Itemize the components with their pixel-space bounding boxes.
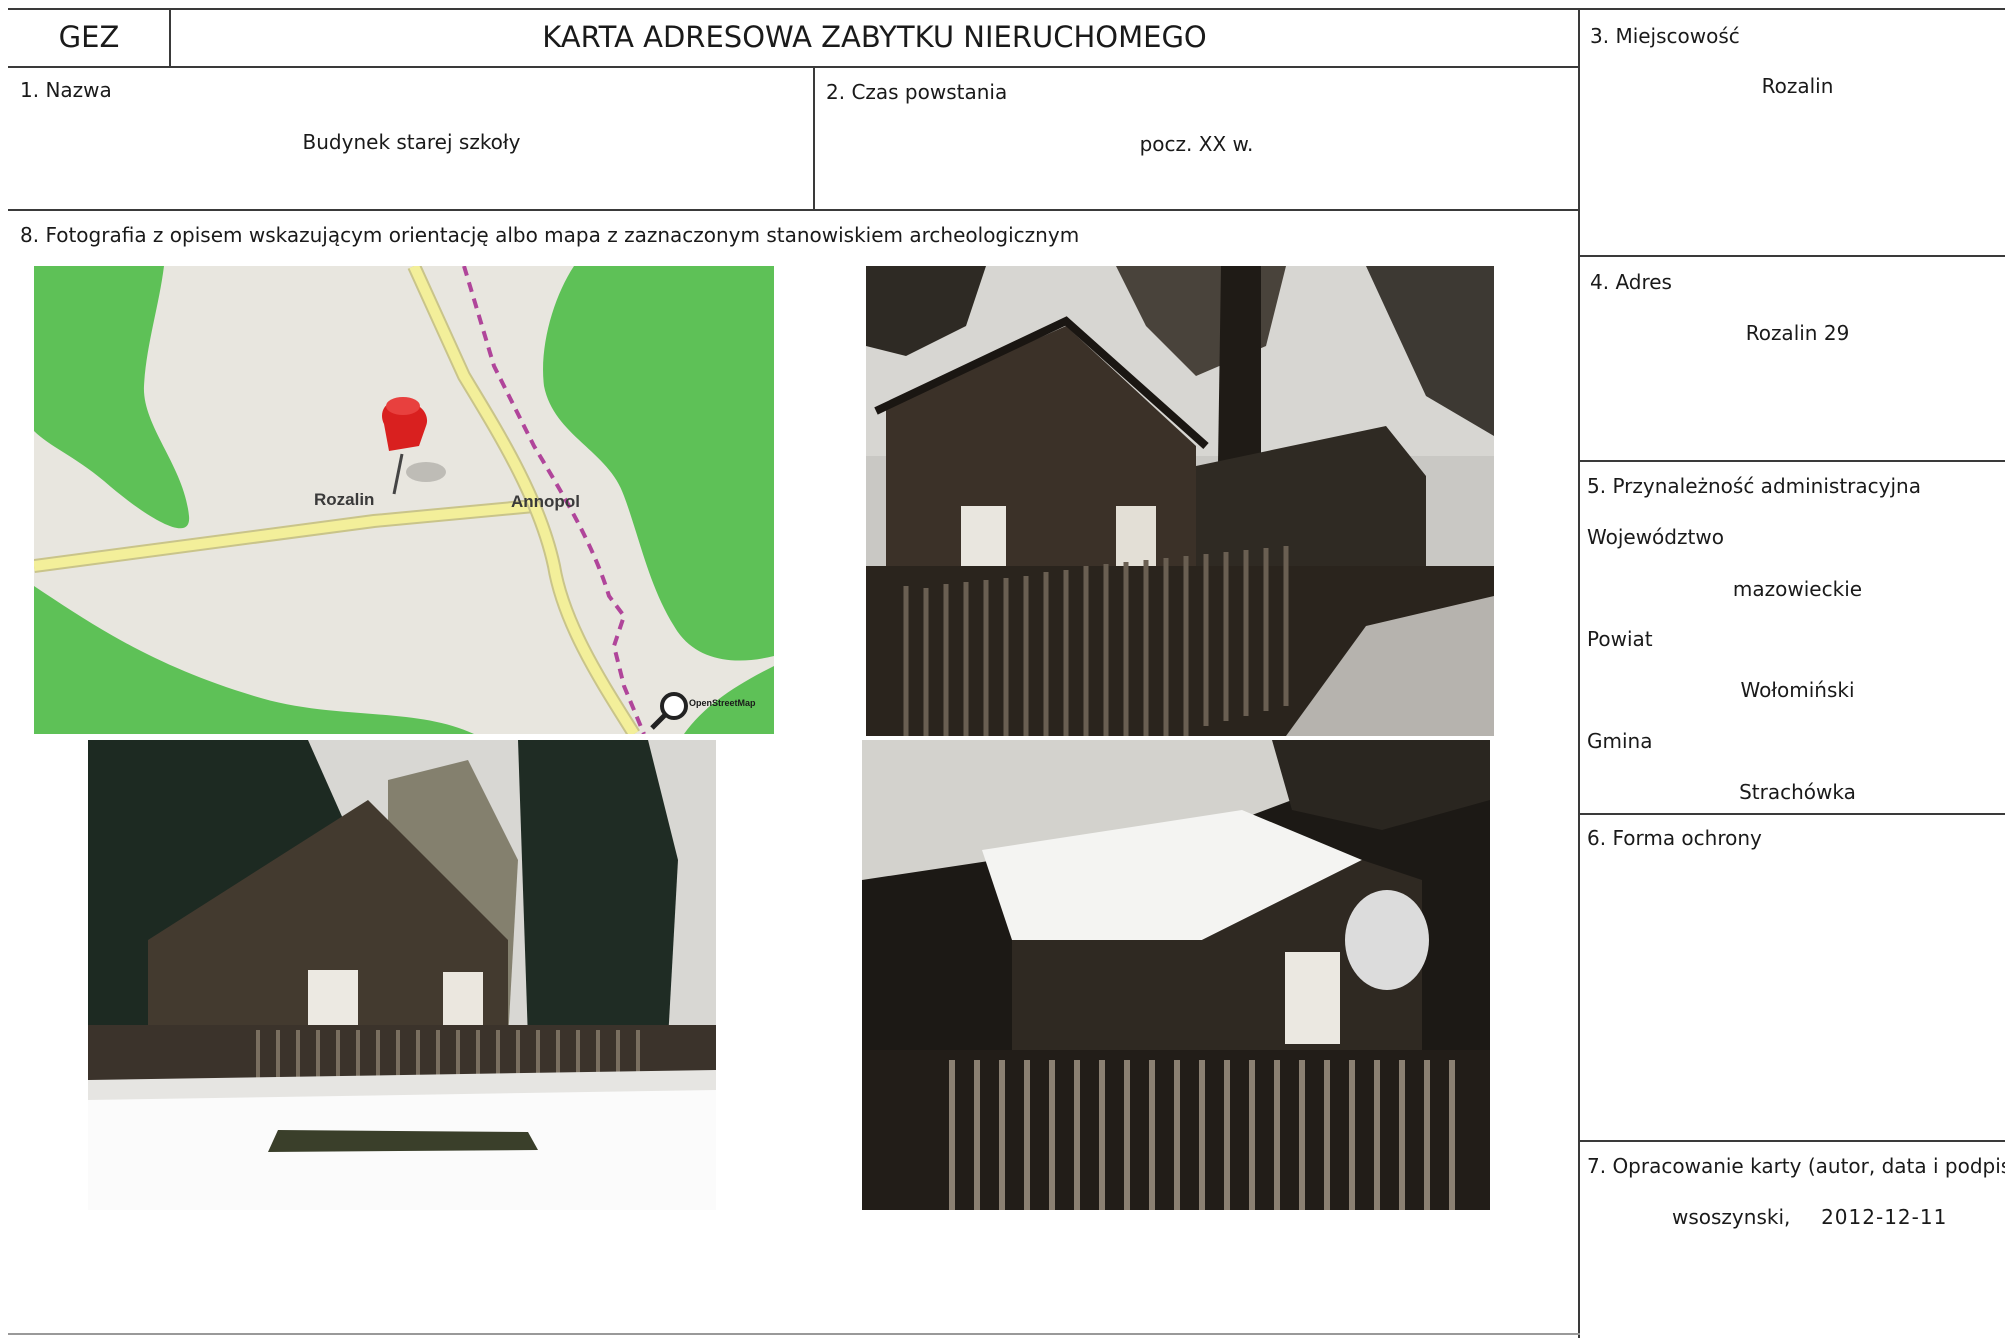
magnifier-icon (660, 692, 688, 720)
locality-bottom-line (1578, 255, 2005, 257)
prepared-label: 7. Opracowanie karty (autor, data i podp… (1587, 1154, 2005, 1178)
map-logo: OpenStreetMap (689, 698, 756, 708)
county-value: Wołomiński (1740, 678, 1855, 702)
photo-house-side (866, 266, 1494, 736)
period-value: pocz. XX w. (1139, 132, 1254, 156)
row1-bottom-line (8, 209, 1580, 211)
commune-label: Gmina (1587, 729, 1653, 753)
map-road-label: Annopol (511, 492, 580, 511)
map-place-label: Rozalin (314, 490, 375, 509)
name-label: 1. Nazwa (20, 78, 112, 102)
prepared-date: 2012-12-11 (1821, 1205, 1948, 1229)
satellite-dish (1345, 890, 1429, 990)
photo-house-front (88, 740, 716, 1210)
period-label: 2. Czas powstania (826, 80, 1008, 104)
card-code: GEZ (58, 20, 120, 54)
commune-value: Strachówka (1739, 780, 1856, 804)
header-bottom-line (8, 66, 1580, 68)
voivodeship-value: mazowieckie (1732, 577, 1863, 601)
location-map: Rozalin Annopol OpenStreetMap (34, 266, 774, 734)
county-label: Powiat (1587, 627, 1653, 651)
photos-label: 8. Fotografia z opisem wskazującym orien… (20, 223, 1080, 247)
name-value: Budynek starej szkoły (302, 130, 521, 154)
address-bottom-line (1578, 460, 2005, 462)
locality-label: 3. Miejscowość (1590, 24, 1740, 48)
prepared-value: wsoszynski, 2012-12-11 (1672, 1205, 1947, 1229)
right-column-divider (1578, 8, 1580, 1338)
card-title: KARTA ADRESOWA ZABYTKU NIERUCHOMEGO (542, 20, 1207, 54)
prepared-author: wsoszynski, (1672, 1205, 1791, 1229)
voivodeship-label: Województwo (1587, 525, 1724, 549)
locality-value: Rozalin (1761, 74, 1834, 98)
protection-bottom-line (1578, 1140, 2005, 1142)
protection-label: 6. Forma ochrony (1587, 826, 1762, 850)
photo-house-satellite-dish (862, 740, 1490, 1210)
address-label: 4. Adres (1590, 270, 1672, 294)
top-border (8, 8, 2005, 10)
address-value: Rozalin 29 (1745, 321, 1850, 345)
bottom-border (8, 1333, 1580, 1335)
admin-bottom-line (1578, 813, 2005, 815)
admin-label: 5. Przynależność administracyjna (1587, 474, 1921, 498)
